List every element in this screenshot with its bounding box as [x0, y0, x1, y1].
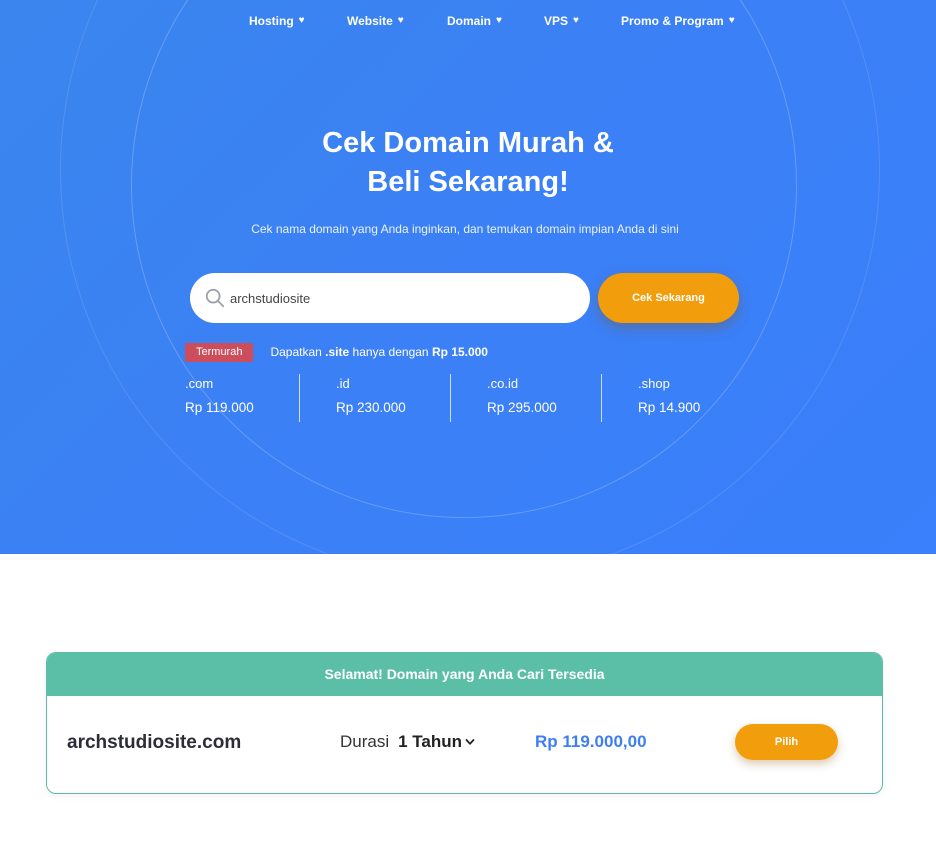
nav-item-label: Promo & Program	[621, 14, 724, 28]
result-price: Rp 119.000,00	[535, 732, 647, 751]
top-nav: Hosting ♥ Website ♥ Domain ♥ VPS ♥ Promo…	[0, 14, 936, 34]
promo-text: Dapatkan .site hanya dengan Rp 15.000	[270, 345, 488, 359]
domain-search-box[interactable]	[190, 273, 590, 323]
tld-price: Rp 119.000	[185, 400, 254, 415]
nav-item-label: Domain	[447, 14, 492, 28]
chevron-down-icon	[465, 739, 475, 745]
check-now-button[interactable]: Cek Sekarang	[598, 273, 739, 323]
page-subtitle: Cek nama domain yang Anda inginkan, dan …	[251, 222, 679, 236]
nav-item-promo-program[interactable]: Promo & Program ♥	[621, 14, 735, 28]
tld-price: Rp 230.000	[336, 400, 406, 415]
page-title-line1: Cek Domain Murah &	[322, 127, 614, 159]
decorative-ring	[131, 0, 797, 518]
promo-text-mid: hanya dengan	[349, 345, 432, 359]
nav-item-vps[interactable]: VPS ♥	[544, 14, 579, 28]
duration-select[interactable]: Durasi 1 Tahun	[340, 732, 475, 752]
search-icon	[205, 288, 225, 308]
nav-item-hosting[interactable]: Hosting ♥	[249, 14, 305, 28]
promo-price: Rp 15.000	[431, 345, 488, 359]
duration-value: 1 Tahun	[398, 732, 463, 751]
tld-name: .co.id	[487, 376, 519, 391]
promo-tld: .site	[325, 345, 350, 359]
heart-icon: ♥	[573, 15, 579, 26]
duration-label: Durasi	[340, 732, 390, 751]
select-button[interactable]: Pilih	[735, 724, 838, 760]
nav-item-label: VPS	[544, 14, 569, 28]
nav-item-label: Website	[347, 14, 393, 28]
result-row: archstudiosite.com Durasi 1 Tahun Rp 119…	[47, 696, 882, 793]
tld-price: Rp 14.900	[638, 400, 701, 415]
domain-result-card: Selamat! Domain yang Anda Cari Tersedia …	[46, 652, 883, 794]
promo-line: Termurah Dapatkan .site hanya dengan Rp …	[185, 342, 488, 362]
tld-price-list: .com Rp 119.000 .id Rp 230.000 .co.id Rp…	[185, 374, 789, 422]
nav-item-website[interactable]: Website ♥	[347, 14, 404, 28]
nav-item-domain[interactable]: Domain ♥	[447, 14, 502, 28]
tld-price: Rp 295.000	[487, 400, 557, 415]
hero-section: Hosting ♥ Website ♥ Domain ♥ VPS ♥ Promo…	[0, 0, 936, 554]
heart-icon: ♥	[728, 15, 735, 26]
nav-item-label: Hosting	[249, 14, 294, 28]
heart-icon: ♥	[397, 15, 404, 26]
tld-name: .com	[185, 376, 214, 391]
promo-text-prefix: Dapatkan	[270, 345, 326, 359]
tld-name: .id	[336, 376, 350, 391]
result-header: Selamat! Domain yang Anda Cari Tersedia	[47, 653, 882, 696]
heart-icon: ♥	[298, 15, 305, 26]
tld-price-item: .com Rp 119.000	[185, 374, 336, 422]
tld-price-item: .co.id Rp 295.000	[450, 374, 638, 422]
tld-name: .shop	[638, 376, 670, 391]
result-domain-name: archstudiosite.com	[67, 732, 242, 753]
tld-price-item: .id Rp 230.000	[299, 374, 487, 422]
cheapest-badge: Termurah	[185, 342, 254, 362]
tld-price-item: .shop Rp 14.900	[601, 374, 789, 422]
domain-search-input[interactable]	[230, 290, 560, 306]
page-title-line2: Beli Sekarang!	[367, 166, 569, 198]
page-title: Cek Domain Murah & Beli Sekarang!	[0, 124, 936, 202]
heart-icon: ♥	[496, 15, 502, 26]
